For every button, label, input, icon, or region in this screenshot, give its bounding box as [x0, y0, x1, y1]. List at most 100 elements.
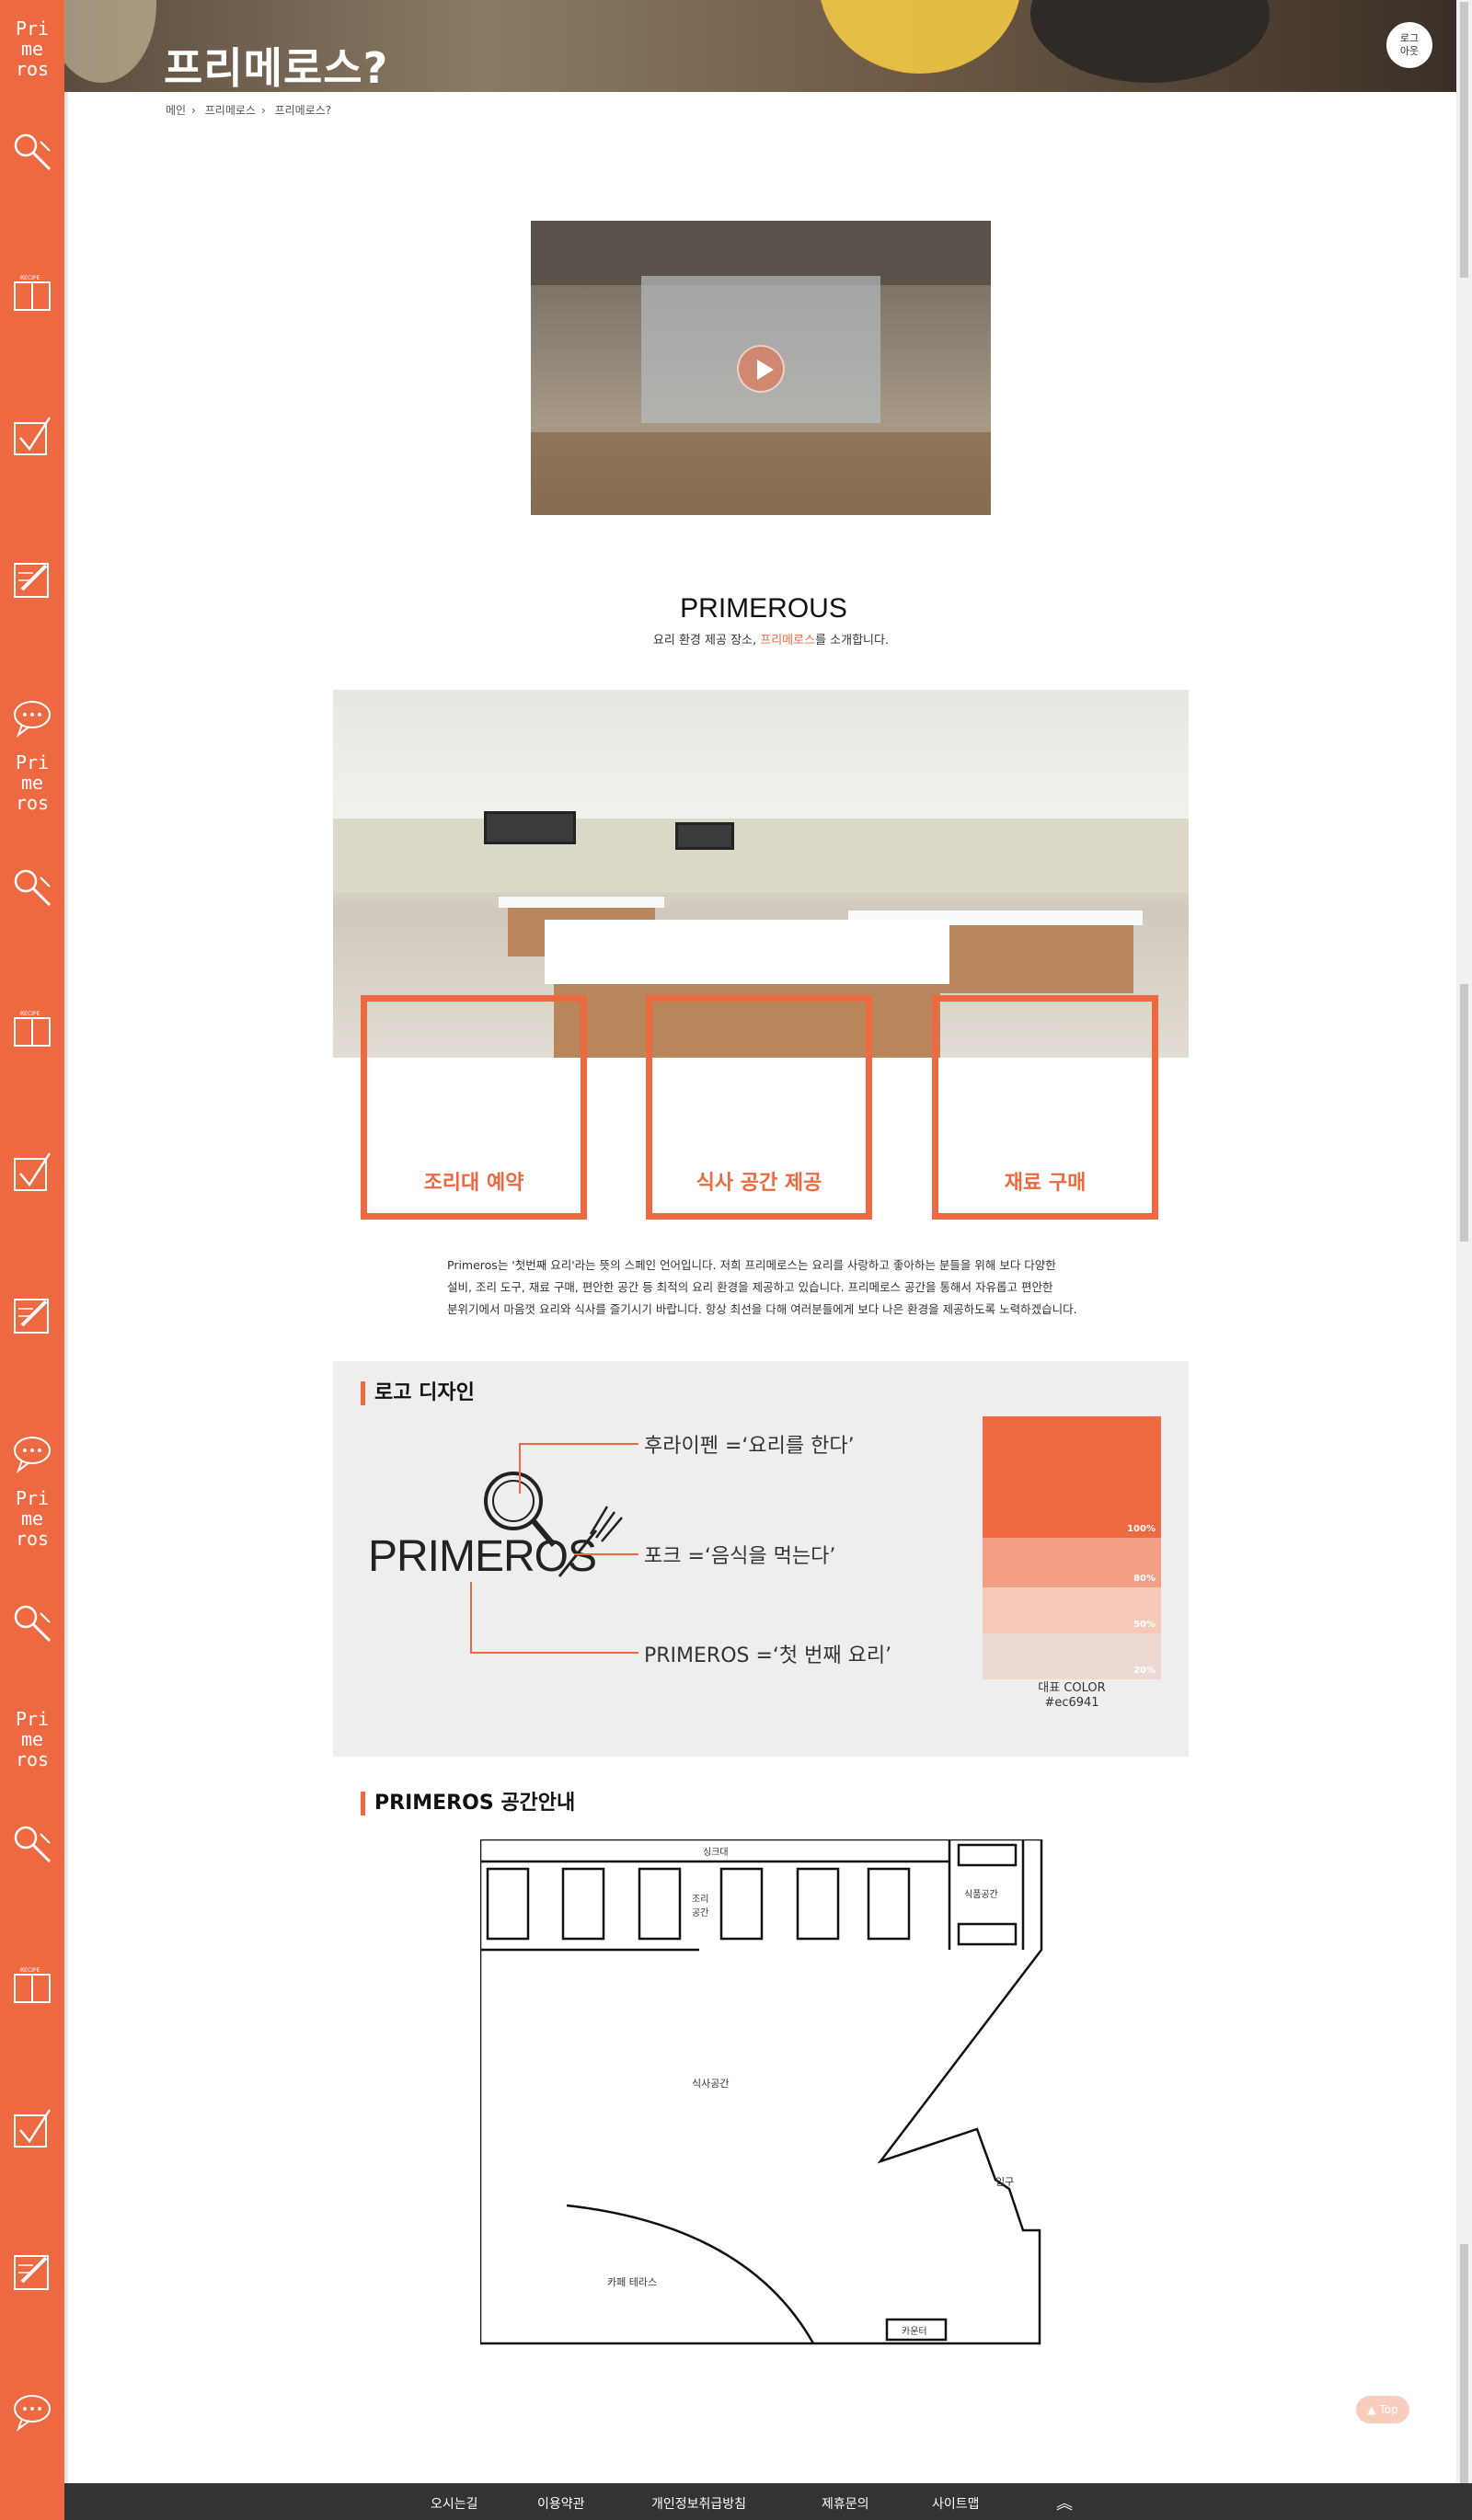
- kitchen-counter-top: [499, 897, 664, 908]
- search-icon[interactable]: [9, 129, 55, 175]
- brand-title: PRIMEROUS: [680, 593, 847, 624]
- sidebar-logo-repeat[interactable]: Pri me ros: [0, 1488, 64, 1549]
- footer-link-privacy[interactable]: 개인정보취급방침: [651, 2494, 746, 2513]
- feature-label-reservation: 조리대 예약: [423, 1172, 524, 1195]
- scrollbar[interactable]: [1456, 0, 1472, 2483]
- plan-label-pantry: 식품공간: [964, 1890, 998, 1900]
- connector-line: [519, 1443, 638, 1445]
- connector-line: [519, 1443, 521, 1494]
- scroll-top-button[interactable]: ▲ Top: [1356, 2396, 1409, 2423]
- scrollbar-thumb[interactable]: [1460, 2244, 1468, 2483]
- swatch-20: 20%: [983, 1633, 1161, 1679]
- sidebar-divider: [64, 0, 68, 2520]
- connector-line: [470, 1652, 638, 1654]
- swatch-label: 80%: [1133, 1574, 1156, 1584]
- recipe-book-icon[interactable]: RECIPE: [9, 1007, 55, 1053]
- footer-link-partnership[interactable]: 제휴문의: [822, 2494, 869, 2513]
- plan-label-terrace: 카페 테라스: [607, 2276, 658, 2288]
- floor-plan: [480, 1839, 1043, 2345]
- checklist-icon[interactable]: [9, 1150, 55, 1196]
- breadcrumb-current: 프리메로스?: [274, 104, 332, 117]
- subtitle-highlight: 프리메로스: [760, 634, 816, 647]
- subtitle-text-end: 를 소개합니다.: [815, 634, 890, 647]
- intro-video[interactable]: [531, 221, 991, 515]
- scrollbar-thumb[interactable]: [1460, 2, 1468, 278]
- color-caption-title: 대표 COLOR: [1038, 1681, 1106, 1695]
- brand-subtitle: 요리 환경 제공 장소, 프리메로스를 소개합니다.: [0, 630, 1472, 647]
- play-icon[interactable]: [737, 345, 785, 393]
- plan-label-cooking: 조리 공간: [692, 1895, 709, 1919]
- swatch-80: 80%: [983, 1538, 1161, 1587]
- intro-line: Primeros는 '첫번째 요리'라는 뜻의 스페인 언어입니다. 저희 프리…: [447, 1258, 1056, 1272]
- checklist-icon[interactable]: [9, 2106, 55, 2152]
- hero-plate-image: [1030, 0, 1270, 83]
- search-icon[interactable]: [9, 865, 55, 911]
- sidebar-logo-repeat[interactable]: Pri me ros: [0, 1709, 64, 1770]
- kitchen-tv: [484, 811, 576, 844]
- checklist-icon[interactable]: [9, 414, 55, 460]
- video-floor: [531, 432, 991, 515]
- swatch-label: 50%: [1133, 1620, 1156, 1630]
- kitchen-tv: [675, 822, 734, 850]
- footer-link-directions[interactable]: 오시는길: [431, 2494, 478, 2513]
- hero-lemon-image: [819, 0, 1021, 74]
- section-title: 로고 디자인: [361, 1381, 475, 1405]
- svg-text:RECIPE: RECIPE: [20, 1967, 40, 1974]
- color-caption-hex: #ec6941: [1044, 1696, 1099, 1710]
- connector-line: [470, 1582, 472, 1654]
- logo-design-section: 로고 디자인 PRIMEROS 후라이펜 =‘요리를 한다’ 포크 =‘음식을 …: [333, 1361, 1189, 1757]
- breadcrumb-primeros[interactable]: 프리메로스: [205, 104, 256, 117]
- swatch-50: 50%: [983, 1587, 1161, 1633]
- intro-paragraph: Primeros는 '첫번째 요리'라는 뜻의 스페인 언어입니다. 저희 프리…: [447, 1254, 1110, 1321]
- footer-link-sitemap[interactable]: 사이트맵: [932, 2494, 980, 2513]
- subtitle-text: 요리 환경 제공 장소,: [652, 634, 761, 647]
- chevron-right-icon: ›: [191, 104, 196, 117]
- connector-line: [574, 1553, 638, 1555]
- kitchen-wall: [333, 819, 1189, 892]
- intro-line: 분위기에서 마음껏 요리와 식사를 즐기시기 바랍니다. 항상 최선을 다해 여…: [447, 1302, 1077, 1316]
- sidebar: Pri me ros RECIPE Pri me ros RECIPE Pri …: [0, 0, 64, 2520]
- page-title: 프리메로스?: [164, 43, 389, 92]
- hero-banner: 프리메로스?: [64, 0, 1456, 92]
- plan-label-entrance: 입구: [995, 2176, 1015, 2188]
- breadcrumb: 메인 › 프리메로스 › 프리메로스?: [166, 102, 337, 118]
- chat-icon[interactable]: [9, 1430, 55, 1476]
- logo-desc-wordmark: PRIMEROS =‘첫 번째 요리’: [644, 1644, 892, 1667]
- search-icon[interactable]: [9, 1600, 55, 1646]
- recipe-book-icon[interactable]: RECIPE: [9, 1964, 55, 2010]
- write-icon[interactable]: [9, 2249, 55, 2295]
- scrollbar-thumb[interactable]: [1460, 984, 1468, 1242]
- write-icon[interactable]: [9, 1292, 55, 1338]
- svg-text:RECIPE: RECIPE: [20, 275, 40, 281]
- sidebar-logo-repeat[interactable]: Pri me ros: [0, 752, 64, 813]
- feature-label-dining: 식사 공간 제공: [696, 1172, 822, 1195]
- swatch-label: 100%: [1127, 1524, 1156, 1534]
- recipe-book-icon[interactable]: RECIPE: [9, 271, 55, 317]
- chevron-right-icon: ›: [260, 104, 266, 117]
- logo-wordmark: PRIMEROS: [368, 1532, 597, 1581]
- color-caption: 대표 COLOR #ec6941: [983, 1681, 1161, 1711]
- swatch-label: 20%: [1133, 1666, 1156, 1676]
- plan-label-sink: 싱크대: [703, 1848, 729, 1858]
- feature-label-ingredients: 재료 구매: [1004, 1172, 1087, 1195]
- footer: 오시는길 이용약관 개인정보취급방침 제휴문의 사이트맵 ︽: [64, 2483, 1472, 2520]
- logo-desc-fork: 포크 =‘음식을 먹는다’: [644, 1545, 836, 1568]
- plan-label-dining: 식사공간: [692, 2078, 730, 2090]
- logout-button[interactable]: 로그 아웃: [1386, 22, 1432, 68]
- kitchen-counter-top: [545, 920, 949, 984]
- plan-label-counter: 카운터: [902, 2327, 927, 2337]
- sidebar-logo[interactable]: Pri me ros: [0, 18, 64, 79]
- chat-icon[interactable]: [9, 2388, 55, 2434]
- logo-desc-pan: 후라이펜 =‘요리를 한다’: [644, 1435, 855, 1458]
- footer-link-terms[interactable]: 이용약관: [537, 2494, 585, 2513]
- double-chevron-up-icon[interactable]: ︽: [1056, 2491, 1073, 2514]
- hero-glass-image: [64, 0, 156, 83]
- color-swatches: 100% 80% 50% 20%: [983, 1416, 1161, 1679]
- intro-line: 설비, 조리 도구, 재료 구매, 편안한 공간 등 최적의 요리 환경을 제공…: [447, 1280, 1053, 1294]
- search-icon[interactable]: [9, 1821, 55, 1867]
- chat-icon[interactable]: [9, 694, 55, 740]
- breadcrumb-home[interactable]: 메인: [166, 104, 186, 117]
- swatch-100: 100%: [983, 1416, 1161, 1538]
- section-title: PRIMEROS 공간안내: [361, 1792, 575, 1816]
- svg-text:RECIPE: RECIPE: [20, 1011, 40, 1017]
